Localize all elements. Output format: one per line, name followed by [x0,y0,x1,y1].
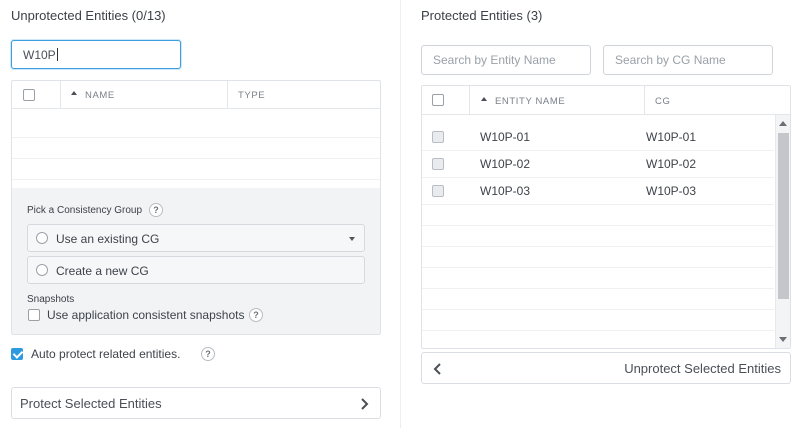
table-row-divider [422,267,774,268]
text-cursor [56,48,58,61]
protected-table-header: ENTITY NAME CG [422,86,790,115]
protect-selected-entities-button[interactable]: Protect Selected Entities [11,387,381,419]
unprotected-entities-title: Unprotected Entities (0/13) [11,8,166,23]
scroll-up-arrow-icon[interactable] [779,121,787,126]
protected-entities-title: Protected Entities (3) [421,8,543,23]
table-row-divider [422,309,774,310]
column-divider [60,81,61,108]
snapshots-help-icon[interactable]: ? [249,308,263,322]
sort-ascending-icon[interactable] [71,91,77,95]
unprotected-entities-table: NAME TYPE Pick a Consistency Group ? Use… [11,80,381,335]
cg-cell: W10P-02 [646,157,697,171]
search-entity-name-input[interactable]: Search by Entity Name [421,45,591,75]
app-consistent-snapshots-checkbox[interactable] [28,309,40,321]
table-row-divider [422,330,774,331]
use-existing-cg-option[interactable]: Use an existing CG [27,224,365,252]
entity-name-cell: W10P-03 [480,184,531,198]
column-header-cg[interactable]: CG [655,96,670,107]
use-existing-cg-label: Use an existing CG [56,232,160,246]
chevron-down-icon[interactable] [349,237,355,241]
sort-ascending-icon[interactable] [481,97,487,101]
protect-selected-entities-label: Protect Selected Entities [20,396,162,411]
table-row[interactable]: W10P-03 W10P-03 [422,178,774,205]
table-row[interactable]: W10P-01 W10P-01 [422,124,774,151]
unprotected-search-value: W10P [23,48,56,62]
chevron-left-icon [433,363,441,375]
table-row-divider [422,288,774,289]
auto-protect-checkbox[interactable] [11,348,23,360]
table-row[interactable]: W10P-02 W10P-02 [422,151,774,178]
row-checkbox[interactable] [432,158,444,170]
entity-name-cell: W10P-01 [480,130,531,144]
entity-name-cell: W10P-02 [480,157,531,171]
app-consistent-snapshots-label: Use application consistent snapshots [47,308,245,322]
create-new-cg-option[interactable]: Create a new CG [27,256,365,284]
consistency-group-panel: Pick a Consistency Group ? Use an existi… [12,188,380,334]
search-entity-name-placeholder: Search by Entity Name [433,53,556,67]
scrollbar-thumb[interactable] [778,133,789,299]
select-all-unprotected-checkbox[interactable] [23,89,35,101]
consistency-group-heading: Pick a Consistency Group [27,205,143,216]
scroll-down-arrow-icon[interactable] [779,337,787,342]
column-header-name[interactable]: NAME [85,90,115,101]
search-cg-name-input[interactable]: Search by CG Name [603,45,773,75]
select-all-protected-checkbox[interactable] [432,94,444,106]
column-divider [227,81,228,108]
protected-entities-table: ENTITY NAME CG W10P-01 W10P-01 W10P-02 W… [421,85,791,349]
unprotect-selected-entities-button[interactable]: Unprotect Selected Entities [421,352,791,384]
row-checkbox[interactable] [432,185,444,197]
column-header-type[interactable]: TYPE [238,90,265,101]
column-header-entity-name[interactable]: ENTITY NAME [495,96,565,107]
snapshots-heading: Snapshots [27,294,75,305]
auto-protect-label: Auto protect related entities. [31,347,181,361]
table-row-divider [12,158,380,159]
table-row-divider [422,204,774,205]
cg-cell: W10P-01 [646,130,697,144]
search-cg-name-placeholder: Search by CG Name [615,53,726,67]
table-row-divider [422,225,774,226]
table-row-divider [12,137,380,138]
table-row-divider [422,246,774,247]
table-row-divider [12,179,380,180]
column-divider [644,86,645,114]
auto-protect-help-icon[interactable]: ? [201,347,215,361]
vertical-scrollbar[interactable] [775,115,790,348]
chevron-right-icon [361,398,369,410]
use-existing-cg-radio[interactable] [36,232,48,244]
pane-divider [400,0,401,428]
consistency-group-help-icon[interactable]: ? [149,203,163,217]
column-divider [469,86,470,114]
cg-cell: W10P-03 [646,184,697,198]
unprotect-selected-entities-label: Unprotect Selected Entities [624,361,781,376]
unprotected-search-input[interactable]: W10P [11,40,181,69]
create-new-cg-label: Create a new CG [56,264,149,278]
create-new-cg-radio[interactable] [36,264,48,276]
row-checkbox[interactable] [432,131,444,143]
unprotected-table-header: NAME TYPE [12,81,380,109]
